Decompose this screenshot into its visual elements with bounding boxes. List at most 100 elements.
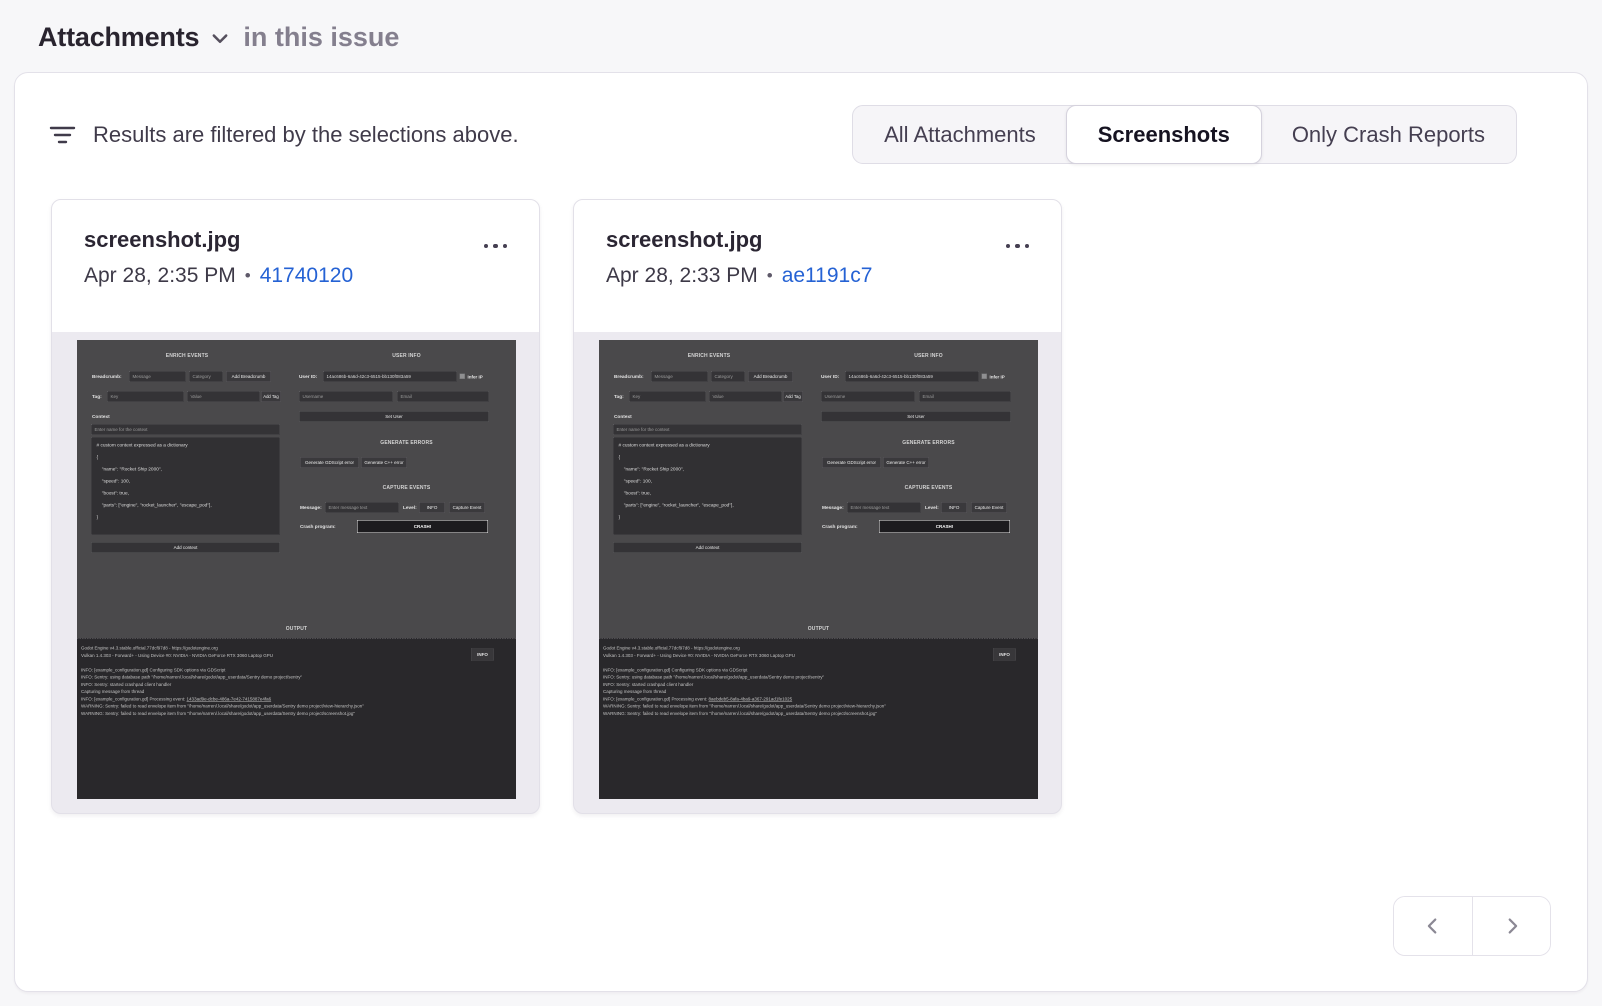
thumb-context-label: Context [614,412,632,423]
attachment-thumbnail[interactable]: ENRICH EVENTS USER INFO Breadcrumb: Mess… [599,340,1038,799]
thumb-add-breadcrumb-button: Add Breadcrumb [748,371,793,382]
thumb-tag-label: Tag: [92,392,102,403]
thumb-add-context-button: Add context [613,542,802,553]
card-body: ENRICH EVENTS USER INFO Breadcrumb: Mess… [574,332,1061,814]
code-line: "name": "Rocket Ship 2000", [619,464,797,476]
console-line: Vulkan 1.4.303 - Forward+ - Using Device… [81,652,512,659]
code-line: "name": "Rocket Ship 2000", [97,464,275,476]
thumb-crash-label: Crash program: [300,522,336,533]
chevron-left-icon [1422,915,1444,937]
prev-page-button[interactable] [1394,897,1472,955]
page-header: Attachments in this issue [38,14,399,60]
thumb-username-input: Username [821,391,915,402]
thumb-section-user-info: USER INFO [819,353,1038,359]
meta-separator: • [245,266,251,286]
thumb-infer-ip-label: Infer IP [990,372,1005,383]
thumb-context-name-input: Enter name for the context [91,424,280,435]
console-line-processing-event: INFO: [example_configuration.gd] Process… [603,695,1034,702]
chevron-down-icon[interactable] [209,28,231,50]
console-line: INFO: Sentry: started crashpad client ha… [81,681,512,688]
thumb-message-input: Enter message text [325,502,399,513]
chevron-right-icon [1501,915,1523,937]
thumb-message-label: Message: [822,503,844,514]
attachment-card: screenshot.jpg Apr 28, 2:33 PM • ae1191c… [573,199,1062,814]
console-processing-prefix: INFO: [example_configuration.gd] Process… [81,696,187,701]
code-line: } [619,512,797,524]
filter-icon [49,124,76,146]
attachment-thumbnail[interactable]: ENRICH EVENTS USER INFO Breadcrumb: Mess… [77,340,516,799]
card-menu-button[interactable] [1004,227,1032,265]
thumb-context-code-editor: # custom context expressed as a dictiona… [91,437,280,535]
thumb-capture-event-button: Capture Event [971,502,1007,513]
thumb-level-select: INFO [941,502,967,513]
filter-row: Results are filtered by the selections a… [49,105,1517,164]
card-menu-button[interactable] [482,227,510,265]
code-line: "parts": ["engine", "rocket_launcher", "… [619,500,797,512]
thumb-add-context-button: Add context [91,542,280,553]
attachment-filename: screenshot.jpg [84,227,353,253]
thumb-add-tag-button: Add Tag [261,391,281,402]
thumb-output-console: Godot Engine v4.3.stable.official.77dcf9… [599,638,1038,799]
ellipsis-icon [484,244,508,249]
tab-all-attachments[interactable]: All Attachments [853,106,1067,163]
attachment-filename: screenshot.jpg [606,227,872,253]
code-line: { [97,452,275,464]
filter-note: Results are filtered by the selections a… [49,122,519,148]
code-line: } [97,512,275,524]
attachment-meta-row: Apr 28, 2:33 PM • ae1191c7 [606,264,872,288]
card-header: screenshot.jpg Apr 28, 2:33 PM • ae1191c… [574,200,1061,332]
console-line: INFO: Sentry: using database path "/home… [81,674,512,681]
thumb-tag-key-input: Key [107,391,184,402]
console-line-processing-event: INFO: [example_configuration.gd] Process… [81,695,512,702]
tab-screenshots[interactable]: Screenshots [1066,105,1262,164]
thumb-breadcrumb-category-input: Category [189,371,223,382]
thumb-capture-event-button: Capture Event [449,502,485,513]
thumb-email-input: Email [397,391,489,402]
console-line: Capturing message from thread [81,688,512,695]
thumb-breadcrumb-category-input: Category [711,371,745,382]
card-meta: screenshot.jpg Apr 28, 2:35 PM • 4174012… [84,227,353,332]
code-line: "boost": true, [97,488,275,500]
attachment-type-tabs: All Attachments Screenshots Only Crash R… [852,105,1517,164]
code-line: "boost": true, [619,488,797,500]
code-line: # custom context expressed as a dictiona… [619,440,797,452]
thumb-gdscript-error-button: Generate GDScript error [300,457,359,468]
console-info-badge: INFO [993,649,1016,661]
page-subtitle: in this issue [243,22,399,53]
thumb-section-user-info: USER INFO [297,353,516,359]
thumb-breadcrumb-label: Breadcrumb: [614,372,644,383]
code-line: { [619,452,797,464]
page-title: Attachments [38,22,199,53]
console-line: Godot Engine v4.3.stable.official.77dcf9… [81,645,512,652]
attachment-date: Apr 28, 2:35 PM [84,264,236,288]
console-line: INFO: Sentry: started crashpad client ha… [603,681,1034,688]
console-line: Godot Engine v4.3.stable.official.77dcf9… [603,645,1034,652]
thumb-section-generate-errors: GENERATE ERRORS [819,440,1038,446]
filter-message: Results are filtered by the selections a… [93,122,519,148]
console-line: INFO: Sentry: using database path "/home… [603,674,1034,681]
card-meta: screenshot.jpg Apr 28, 2:33 PM • ae1191c… [606,227,872,332]
card-body: ENRICH EVENTS USER INFO Breadcrumb: Mess… [52,332,539,814]
console-line: Capturing message from thread [603,688,1034,695]
console-line: Vulkan 1.4.303 - Forward+ - Using Device… [603,652,1034,659]
thumb-context-name-input: Enter name for the context [613,424,802,435]
thumb-section-output: OUTPUT [77,626,516,632]
thumb-gdscript-error-button: Generate GDScript error [822,457,881,468]
thumb-breadcrumb-message-input: Message [651,371,708,382]
next-page-button[interactable] [1472,897,1550,955]
thumb-section-enrich-events: ENRICH EVENTS [599,353,819,359]
event-id-link[interactable]: ae1191c7 [782,264,873,288]
card-header: screenshot.jpg Apr 28, 2:35 PM • 4174012… [52,200,539,332]
console-line [603,659,1034,666]
code-line: "speed": 100, [619,476,797,488]
thumb-set-user-button: Set User [821,411,1011,422]
console-info-badge: INFO [471,649,494,661]
console-line: WARNING: Sentry: failed to read envelope… [603,703,1034,710]
thumb-context-code-editor: # custom context expressed as a dictiona… [613,437,802,535]
tab-only-crash-reports[interactable]: Only Crash Reports [1261,106,1516,163]
thumb-user-id-label: User ID: [299,372,317,383]
thumb-level-label: Level: [925,503,939,514]
thumb-tag-value-input: Value [187,391,260,402]
event-id-link[interactable]: 41740120 [260,264,353,288]
attachment-card: screenshot.jpg Apr 28, 2:35 PM • 4174012… [51,199,540,814]
